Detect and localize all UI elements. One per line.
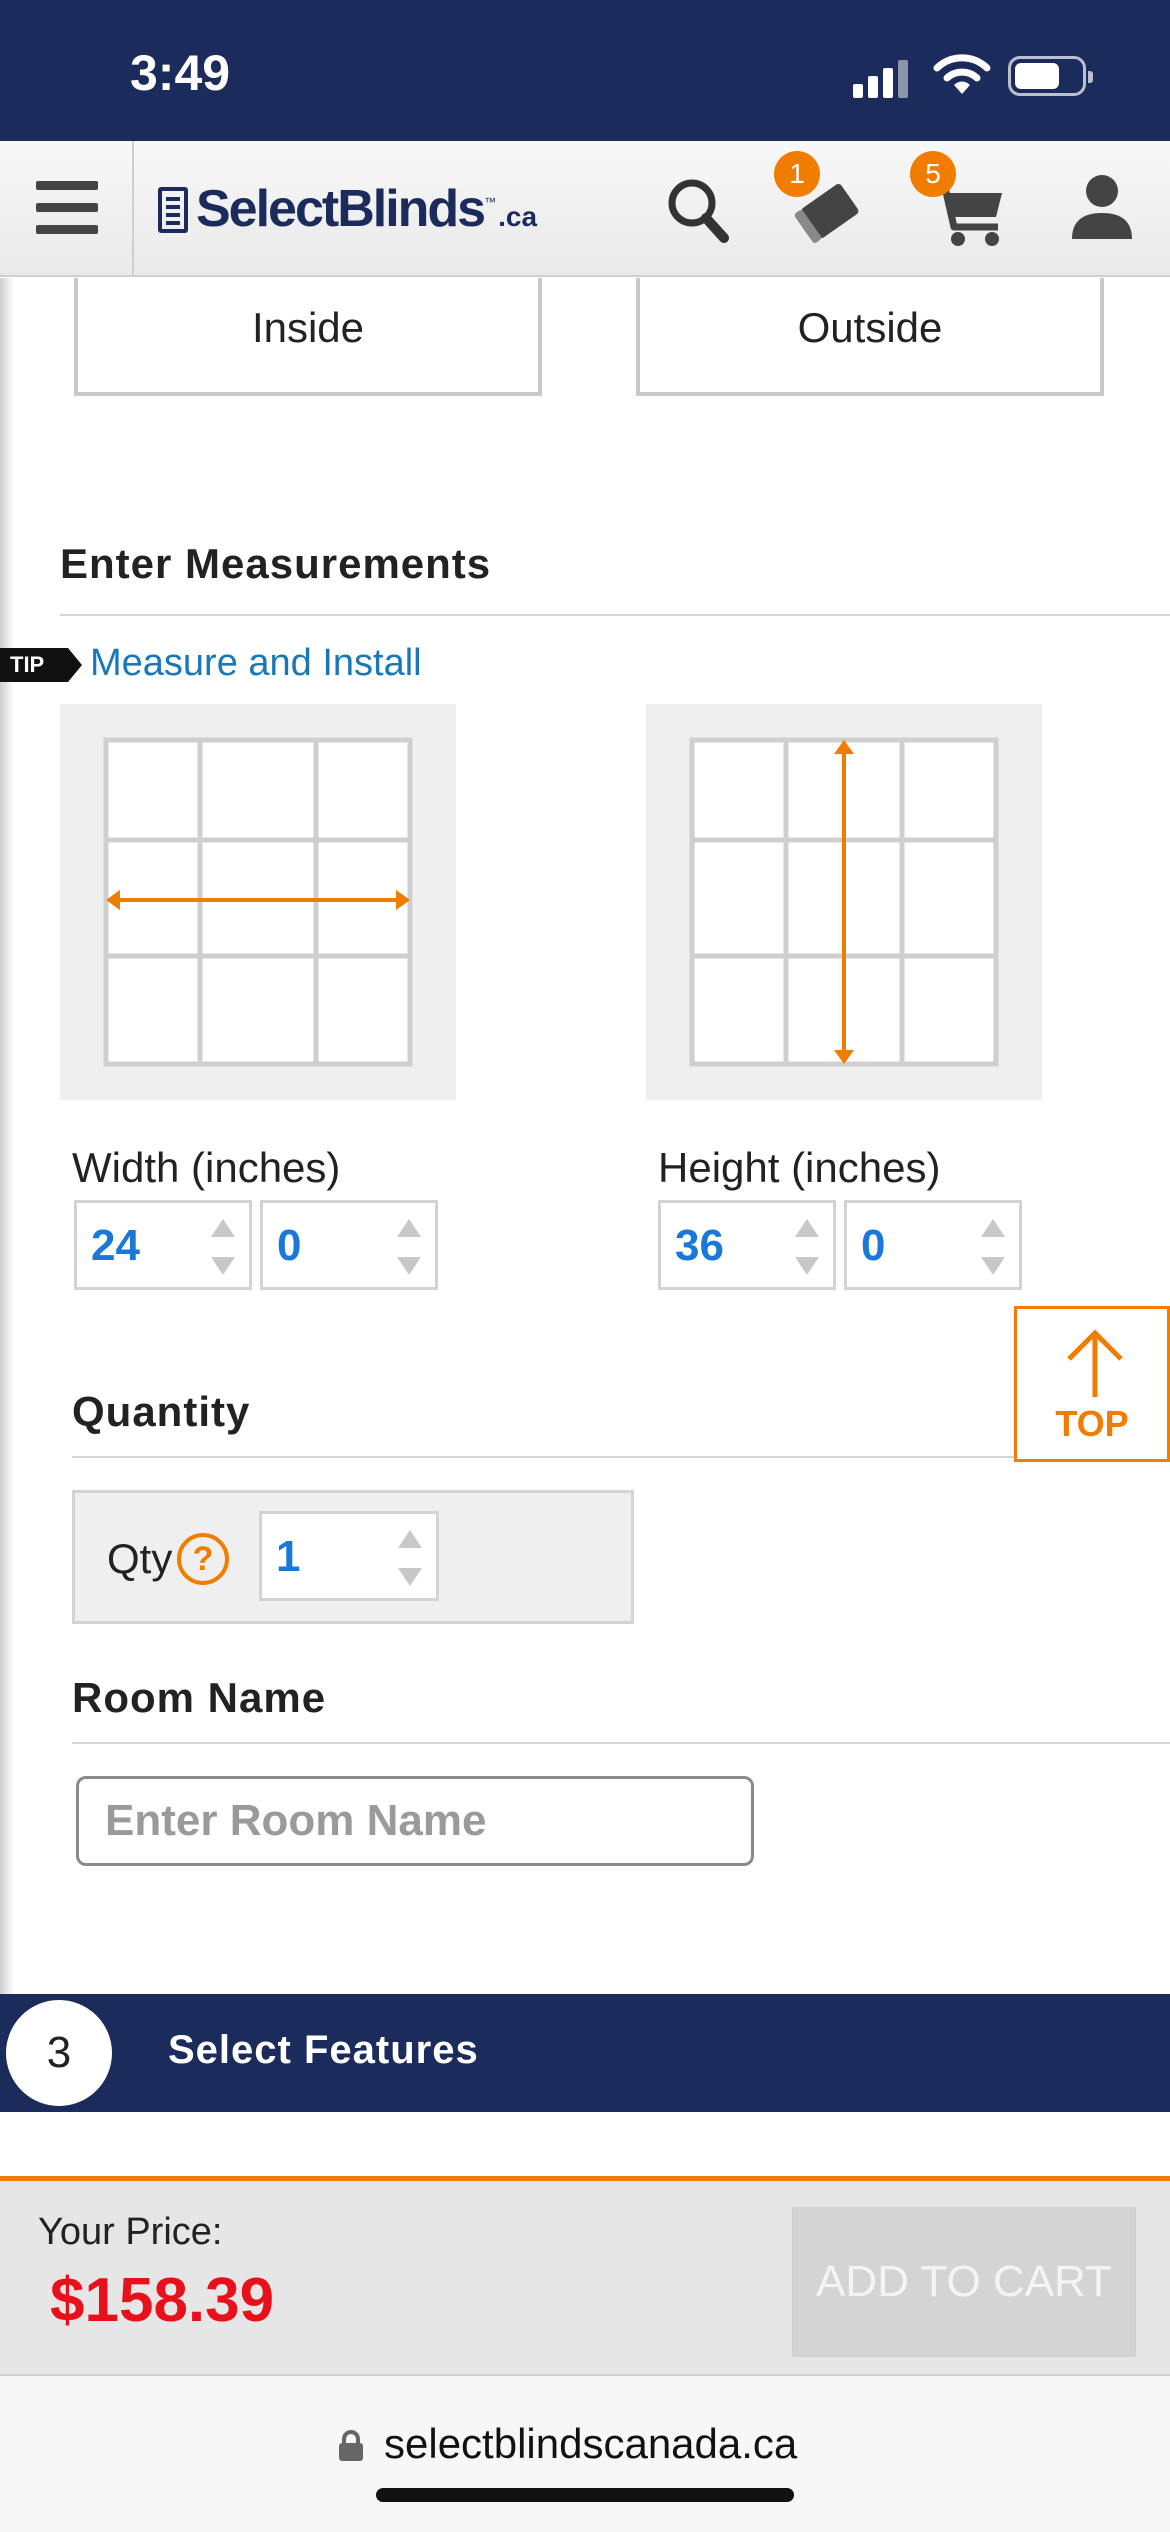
inside-mount-button[interactable]: Inside — [74, 278, 542, 396]
spinner-arrows-icon[interactable] — [981, 1219, 1005, 1275]
quantity-value: 1 — [276, 1532, 301, 1581]
width-inches-input[interactable]: 24 — [74, 1200, 252, 1290]
blinds-logo-icon — [158, 187, 188, 233]
search-icon — [668, 179, 729, 243]
height-label: Height (inches) — [658, 1144, 941, 1191]
spinner-arrows-icon[interactable] — [211, 1219, 235, 1275]
url-text: selectblindscanada.ca — [384, 2420, 798, 2467]
room-name-input[interactable]: Enter Room Name — [76, 1776, 754, 1866]
qty-label: Qty — [107, 1535, 173, 1582]
height-fraction-value: 0 — [861, 1221, 886, 1270]
cart-count-badge: 5 — [910, 151, 956, 197]
quantity-heading: Quantity — [72, 1388, 251, 1435]
swatches-button[interactable]: 1 — [770, 141, 890, 275]
spinner-arrows-icon[interactable] — [795, 1219, 819, 1275]
user-account-icon — [1072, 175, 1132, 239]
room-name-heading: Room Name — [72, 1674, 327, 1721]
step-number: 3 — [2, 1996, 116, 2110]
height-inches-input[interactable]: 36 — [658, 1200, 836, 1290]
outside-mount-button[interactable]: Outside — [636, 278, 1104, 396]
product-configurator: Inside Outside Enter Measurements TIP Me… — [0, 278, 1170, 2118]
lock-icon — [339, 2430, 363, 2461]
height-inches-value: 36 — [675, 1221, 724, 1270]
tip-tag: TIP — [0, 648, 82, 682]
search-button[interactable] — [640, 141, 760, 275]
home-indicator[interactable] — [376, 2488, 794, 2502]
swatch-count-badge: 1 — [774, 151, 820, 197]
add-to-cart-button[interactable]: ADD TO CART — [792, 2207, 1136, 2357]
page-edge-shadow — [0, 278, 14, 1998]
price-footer: Your Price: $158.39 ADD TO CART — [0, 2176, 1170, 2376]
room-name-divider — [72, 1742, 1170, 1744]
status-bar: 3:49 — [0, 0, 1170, 141]
spinner-arrows-icon[interactable] — [397, 1219, 421, 1275]
logo-suffix: .ca — [498, 201, 538, 232]
status-time: 3:49 — [130, 45, 231, 101]
measurements-divider — [60, 614, 1170, 616]
quantity-panel: Qty ? 1 — [72, 1490, 634, 1624]
width-fraction-value: 0 — [277, 1221, 302, 1270]
width-fraction-input[interactable]: 0 — [260, 1200, 438, 1290]
cellular-signal-icon — [853, 58, 909, 98]
account-button[interactable] — [1046, 141, 1166, 275]
spinner-arrows-icon[interactable] — [398, 1530, 422, 1586]
arrow-up-icon — [1067, 1329, 1123, 1397]
measurements-heading: Enter Measurements — [60, 540, 492, 587]
width-inches-value: 24 — [91, 1221, 140, 1270]
width-label: Width (inches) — [72, 1144, 341, 1191]
logo-trademark: ™ — [484, 195, 497, 209]
your-price-label: Your Price: — [38, 2211, 223, 2253]
height-diagram — [646, 704, 1042, 1100]
help-question-icon[interactable]: ? — [177, 1533, 229, 1585]
select-features-label: Select Features — [168, 2028, 479, 2072]
quantity-stepper[interactable]: 1 — [259, 1511, 439, 1601]
width-diagram — [60, 704, 456, 1100]
back-to-top-button[interactable]: TOP — [1014, 1306, 1170, 1462]
price-value: $158.39 — [50, 2266, 275, 2335]
browser-url-bar[interactable]: selectblindscanada.ca — [0, 2376, 1170, 2532]
battery-icon — [1008, 56, 1093, 96]
site-header: SelectBlinds ™ .ca 1 5 — [0, 141, 1170, 277]
site-logo[interactable]: SelectBlinds ™ .ca — [158, 181, 537, 237]
measure-install-link[interactable]: Measure and Install — [90, 642, 422, 685]
wifi-icon — [933, 52, 991, 101]
quantity-divider — [72, 1456, 1014, 1458]
hamburger-menu-button[interactable] — [0, 141, 134, 275]
logo-text: SelectBlinds — [196, 180, 486, 238]
height-fraction-input[interactable]: 0 — [844, 1200, 1022, 1290]
cart-button[interactable]: 5 — [910, 141, 1030, 275]
select-features-step[interactable]: 3 Select Features — [0, 1994, 1170, 2112]
back-to-top-label: TOP — [1055, 1403, 1129, 1444]
